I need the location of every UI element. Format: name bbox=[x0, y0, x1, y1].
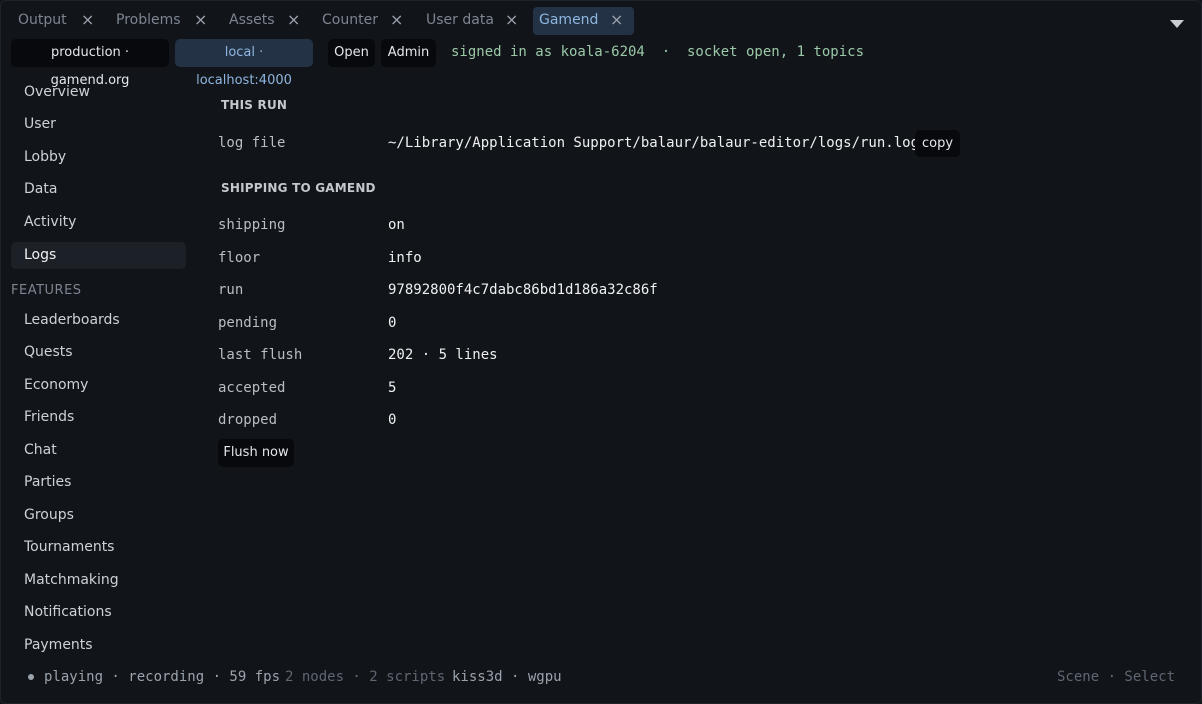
tab-output[interactable]: Output × bbox=[12, 7, 100, 35]
sidebar-item-leaderboards[interactable]: Leaderboards bbox=[11, 307, 186, 334]
sidebar-item-notifications[interactable]: Notifications bbox=[11, 599, 186, 626]
run-value: 97892800f4c7dabc86bd1d186a32c86f bbox=[388, 282, 658, 298]
env-production-button[interactable]: production · gamend.org bbox=[11, 39, 169, 88]
sidebar-item-overview[interactable]: Overview bbox=[11, 79, 186, 106]
run-label: run bbox=[218, 282, 244, 298]
tab-bar: Output × Problems × Assets × Counter × U… bbox=[1, 7, 1201, 35]
close-icon[interactable]: × bbox=[390, 7, 403, 33]
sidebar-section-features: FEATURES bbox=[11, 283, 82, 298]
sidebar-item-parties[interactable]: Parties bbox=[11, 469, 186, 496]
close-icon[interactable]: × bbox=[81, 7, 94, 33]
last-flush-value: 202 · 5 lines bbox=[388, 347, 498, 363]
pending-value: 0 bbox=[388, 315, 397, 331]
copy-button[interactable]: copy bbox=[915, 130, 960, 157]
tab-user-data[interactable]: User data × bbox=[420, 7, 520, 35]
close-icon[interactable]: × bbox=[610, 7, 623, 33]
floor-label: floor bbox=[218, 250, 261, 266]
sidebar-item-lobby[interactable]: Lobby bbox=[11, 144, 186, 171]
dropped-label: dropped bbox=[218, 412, 278, 428]
pending-label: pending bbox=[218, 315, 278, 331]
admin-button[interactable]: Admin bbox=[381, 39, 436, 67]
app-window: Output × Problems × Assets × Counter × U… bbox=[0, 0, 1202, 704]
chevron-down-icon[interactable] bbox=[1170, 20, 1184, 28]
accepted-label: accepted bbox=[218, 380, 286, 396]
sidebar-item-friends[interactable]: Friends bbox=[11, 404, 186, 431]
close-icon[interactable]: × bbox=[505, 7, 518, 33]
open-button[interactable]: Open bbox=[328, 39, 375, 67]
tab-label: Assets bbox=[229, 12, 275, 28]
playing-indicator-icon bbox=[28, 674, 34, 680]
close-icon[interactable]: × bbox=[194, 7, 207, 33]
section-title-this-run: THIS RUN bbox=[221, 98, 288, 112]
sidebar-item-economy[interactable]: Economy bbox=[11, 372, 186, 399]
shipping-value: on bbox=[388, 217, 405, 233]
sidebar-item-tournaments[interactable]: Tournaments bbox=[11, 534, 186, 561]
last-flush-label: last flush bbox=[218, 347, 303, 363]
sidebar-item-matchmaking[interactable]: Matchmaking bbox=[11, 567, 186, 594]
log-file-label: log file bbox=[218, 135, 286, 151]
status-bar: playing · recording · 59 fps 2 nodes · 2… bbox=[1, 663, 1201, 691]
sidebar-item-user[interactable]: User bbox=[11, 111, 186, 138]
floor-value: info bbox=[388, 250, 422, 266]
tab-label: Problems bbox=[116, 12, 181, 28]
sidebar-item-groups[interactable]: Groups bbox=[11, 502, 186, 529]
tab-assets[interactable]: Assets × bbox=[223, 7, 307, 35]
connection-status: signed in as koala-6204 · socket open, 1… bbox=[451, 44, 865, 60]
renderer-info: kiss3d · wgpu bbox=[452, 669, 562, 685]
accepted-value: 5 bbox=[388, 380, 397, 396]
tab-label: Output bbox=[18, 12, 67, 28]
log-file-path: ~/Library/Application Support/balaur/bal… bbox=[388, 135, 920, 151]
close-icon[interactable]: × bbox=[287, 7, 300, 33]
scene-stats: 2 nodes · 2 scripts bbox=[285, 669, 446, 685]
tab-gamend[interactable]: Gamend × bbox=[533, 7, 634, 35]
tab-label: Counter bbox=[322, 12, 378, 28]
sidebar-item-payments[interactable]: Payments bbox=[11, 632, 186, 659]
flush-now-button[interactable]: Flush now bbox=[218, 439, 294, 467]
sidebar-item-chat[interactable]: Chat bbox=[11, 437, 186, 464]
mode-indicator[interactable]: Scene · Select bbox=[1057, 669, 1175, 685]
tab-counter[interactable]: Counter × bbox=[316, 7, 406, 35]
play-state-status: playing · recording · 59 fps bbox=[44, 669, 281, 685]
sidebar-item-activity[interactable]: Activity bbox=[11, 209, 186, 236]
tab-label: Gamend bbox=[539, 12, 599, 28]
dropped-value: 0 bbox=[388, 412, 397, 428]
shipping-label: shipping bbox=[218, 217, 286, 233]
tab-label: User data bbox=[426, 12, 494, 28]
sidebar-item-quests[interactable]: Quests bbox=[11, 339, 186, 366]
section-title-shipping: SHIPPING TO GAMEND bbox=[221, 181, 376, 195]
sidebar-item-data[interactable]: Data bbox=[11, 176, 186, 203]
tab-problems[interactable]: Problems × bbox=[110, 7, 210, 35]
sidebar-item-logs[interactable]: Logs bbox=[11, 242, 186, 269]
env-local-button[interactable]: local · localhost:4000 bbox=[175, 39, 313, 88]
